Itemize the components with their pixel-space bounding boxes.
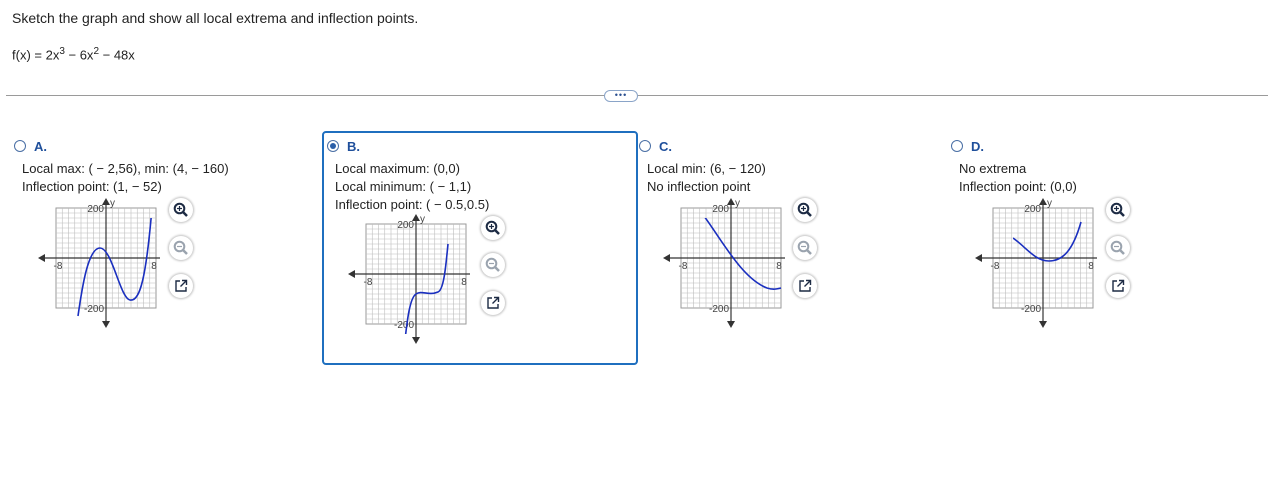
radio-a[interactable] bbox=[14, 140, 26, 152]
zoom-out-icon bbox=[173, 240, 188, 255]
choice-c[interactable]: C. Local min: (6, − 120) No inflection p… bbox=[639, 136, 944, 356]
choice-c-line-1: Local min: (6, − 120) bbox=[647, 161, 766, 176]
arrowhead bbox=[663, 254, 670, 262]
choice-a[interactable]: A. Local max: ( − 2,56), min: (4, − 160)… bbox=[14, 136, 319, 356]
y-axis-label: y bbox=[735, 198, 740, 209]
zoom-out-icon bbox=[797, 240, 812, 255]
y-tick-min: -200 bbox=[709, 304, 729, 315]
choice-b-line-1: Local maximum: (0,0) bbox=[335, 161, 460, 176]
open-graph-button[interactable] bbox=[169, 274, 193, 298]
y-axis-label: y bbox=[1047, 198, 1052, 209]
zoom-out-button[interactable] bbox=[169, 236, 193, 260]
choice-b-line-3: Inflection point: ( − 0.5,0.5) bbox=[335, 197, 490, 212]
x-tick-max: 8 bbox=[776, 261, 782, 272]
radio-d[interactable] bbox=[951, 140, 963, 152]
y-tick-min: -200 bbox=[1021, 304, 1041, 315]
choice-b-letter: B. bbox=[347, 139, 360, 154]
y-tick-max: 200 bbox=[397, 220, 414, 231]
choice-d-letter: D. bbox=[971, 139, 984, 154]
x-tick-max: 8 bbox=[1088, 261, 1094, 272]
zoom-out-button[interactable] bbox=[481, 253, 505, 277]
x-tick-min: -8 bbox=[679, 261, 688, 272]
arrowhead bbox=[727, 321, 735, 328]
open-graph-button[interactable] bbox=[793, 274, 817, 298]
y-axis-label: y bbox=[110, 198, 115, 209]
more-handle[interactable]: ••• bbox=[604, 90, 638, 102]
zoom-out-icon bbox=[1110, 240, 1125, 255]
arrowhead bbox=[348, 270, 355, 278]
arrowhead bbox=[38, 254, 45, 262]
zoom-in-icon bbox=[797, 202, 812, 217]
arrowhead bbox=[1039, 321, 1047, 328]
y-tick-max: 200 bbox=[712, 204, 729, 215]
choice-a-line-1: Local max: ( − 2,56), min: (4, − 160) bbox=[22, 161, 229, 176]
choice-d-line-2: Inflection point: (0,0) bbox=[959, 179, 1077, 194]
choice-b-graph: yx200-200-88 bbox=[348, 214, 470, 344]
choice-c-letter: C. bbox=[659, 139, 672, 154]
open-graph-button[interactable] bbox=[481, 291, 505, 315]
x-tick-max: 8 bbox=[461, 277, 467, 288]
zoom-out-icon bbox=[485, 257, 500, 272]
arrowhead bbox=[975, 254, 982, 262]
choice-d[interactable]: D. No extrema Inflection point: (0,0) yx… bbox=[951, 136, 1256, 356]
zoom-out-button[interactable] bbox=[1106, 236, 1130, 260]
zoom-in-icon bbox=[1110, 202, 1125, 217]
zoom-in-icon bbox=[485, 220, 500, 235]
question-text: Sketch the graph and show all local extr… bbox=[12, 10, 419, 26]
choice-c-graph: yx200-200-88 bbox=[663, 198, 785, 328]
zoom-out-button[interactable] bbox=[793, 236, 817, 260]
zoom-in-icon bbox=[173, 202, 188, 217]
x-tick-min: -8 bbox=[991, 261, 1000, 272]
choice-a-letter: A. bbox=[34, 139, 47, 154]
external-link-icon bbox=[175, 279, 188, 292]
zoom-in-button[interactable] bbox=[793, 198, 817, 222]
function-formula: f(x) = 2x3 − 6x2 − 48x bbox=[12, 46, 135, 63]
x-tick-min: -8 bbox=[54, 261, 63, 272]
external-link-icon bbox=[487, 296, 500, 309]
x-tick-max: 8 bbox=[151, 261, 157, 272]
y-tick-min: -200 bbox=[394, 320, 414, 331]
choice-b[interactable]: B. Local maximum: (0,0) Local minimum: (… bbox=[322, 131, 638, 365]
choice-d-line-1: No extrema bbox=[959, 161, 1027, 176]
x-tick-min: -8 bbox=[364, 277, 373, 288]
choice-b-line-2: Local minimum: ( − 1,1) bbox=[335, 179, 472, 194]
open-graph-button[interactable] bbox=[1106, 274, 1130, 298]
choice-a-line-2: Inflection point: (1, − 52) bbox=[22, 179, 162, 194]
choice-a-graph: yx200-200-88 bbox=[38, 198, 160, 328]
choice-c-line-2: No inflection point bbox=[647, 179, 751, 194]
y-tick-max: 200 bbox=[1024, 204, 1041, 215]
y-tick-min: -200 bbox=[84, 304, 104, 315]
zoom-in-button[interactable] bbox=[169, 198, 193, 222]
zoom-in-button[interactable] bbox=[1106, 198, 1130, 222]
radio-b[interactable] bbox=[327, 140, 339, 152]
zoom-in-button[interactable] bbox=[481, 216, 505, 240]
external-link-icon bbox=[799, 279, 812, 292]
y-axis-label: y bbox=[420, 214, 425, 225]
arrowhead bbox=[102, 321, 110, 328]
y-tick-max: 200 bbox=[87, 204, 104, 215]
external-link-icon bbox=[1112, 279, 1125, 292]
choice-d-graph: yx200-200-88 bbox=[975, 198, 1097, 328]
arrowhead bbox=[412, 337, 420, 344]
radio-c[interactable] bbox=[639, 140, 651, 152]
